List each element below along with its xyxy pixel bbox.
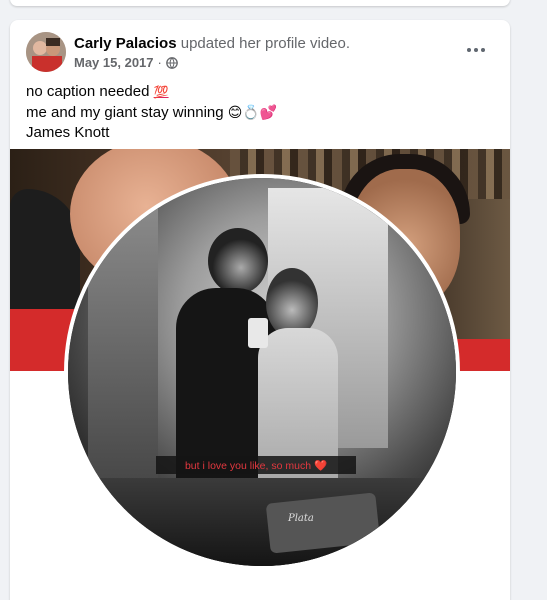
page-scroll-gutter xyxy=(533,0,547,600)
profile-video-thumbnail[interactable]: Plata but i love you like, so much ❤️ xyxy=(64,174,460,570)
hundred-points-emoji: 💯 xyxy=(153,85,169,99)
globe-icon[interactable] xyxy=(166,56,178,69)
author-name[interactable]: Carly Palacios xyxy=(74,35,177,52)
post-header: Carly Palacios updated her profile video… xyxy=(26,32,494,76)
post-card: Carly Palacios updated her profile video… xyxy=(10,20,510,600)
emoji-group: 😊💍💕 xyxy=(227,104,278,121)
caption-line-2: me and my giant stay winning 😊💍💕 xyxy=(26,103,277,124)
video-caption-overlay: but i love you like, so much ❤️ xyxy=(156,456,356,474)
more-dot xyxy=(481,48,485,52)
caption-line-1: no caption needed 💯 xyxy=(26,82,277,103)
post-meta: May 15, 2017 · xyxy=(74,55,178,70)
more-horizontal-icon xyxy=(467,48,471,52)
more-options-button[interactable] xyxy=(458,32,494,68)
video-phone xyxy=(248,318,268,348)
post-title-line: Carly Palacios updated her profile video… xyxy=(74,35,350,52)
caption-text: me and my giant stay winning xyxy=(26,103,228,121)
caption-line-3: James Knott xyxy=(26,123,277,143)
video-caption-text: but i love you like, so much ❤️ xyxy=(184,459,328,472)
meta-separator: · xyxy=(157,55,162,70)
video-bag-text: Plata xyxy=(288,513,314,524)
post-date[interactable]: May 15, 2017 xyxy=(74,55,154,70)
previous-post-card xyxy=(10,0,510,6)
author-avatar[interactable] xyxy=(26,32,66,72)
post-caption: no caption needed 💯 me and my giant stay… xyxy=(26,82,277,143)
video-person-head xyxy=(208,228,268,294)
post-action-text: updated her profile video. xyxy=(180,35,351,52)
post-media[interactable]: Plata but i love you like, so much ❤️ xyxy=(10,149,510,600)
caption-text: no caption needed xyxy=(26,83,154,100)
video-floor xyxy=(68,478,456,566)
more-dot xyxy=(474,48,478,52)
tagged-person[interactable]: James Knott xyxy=(26,124,109,141)
